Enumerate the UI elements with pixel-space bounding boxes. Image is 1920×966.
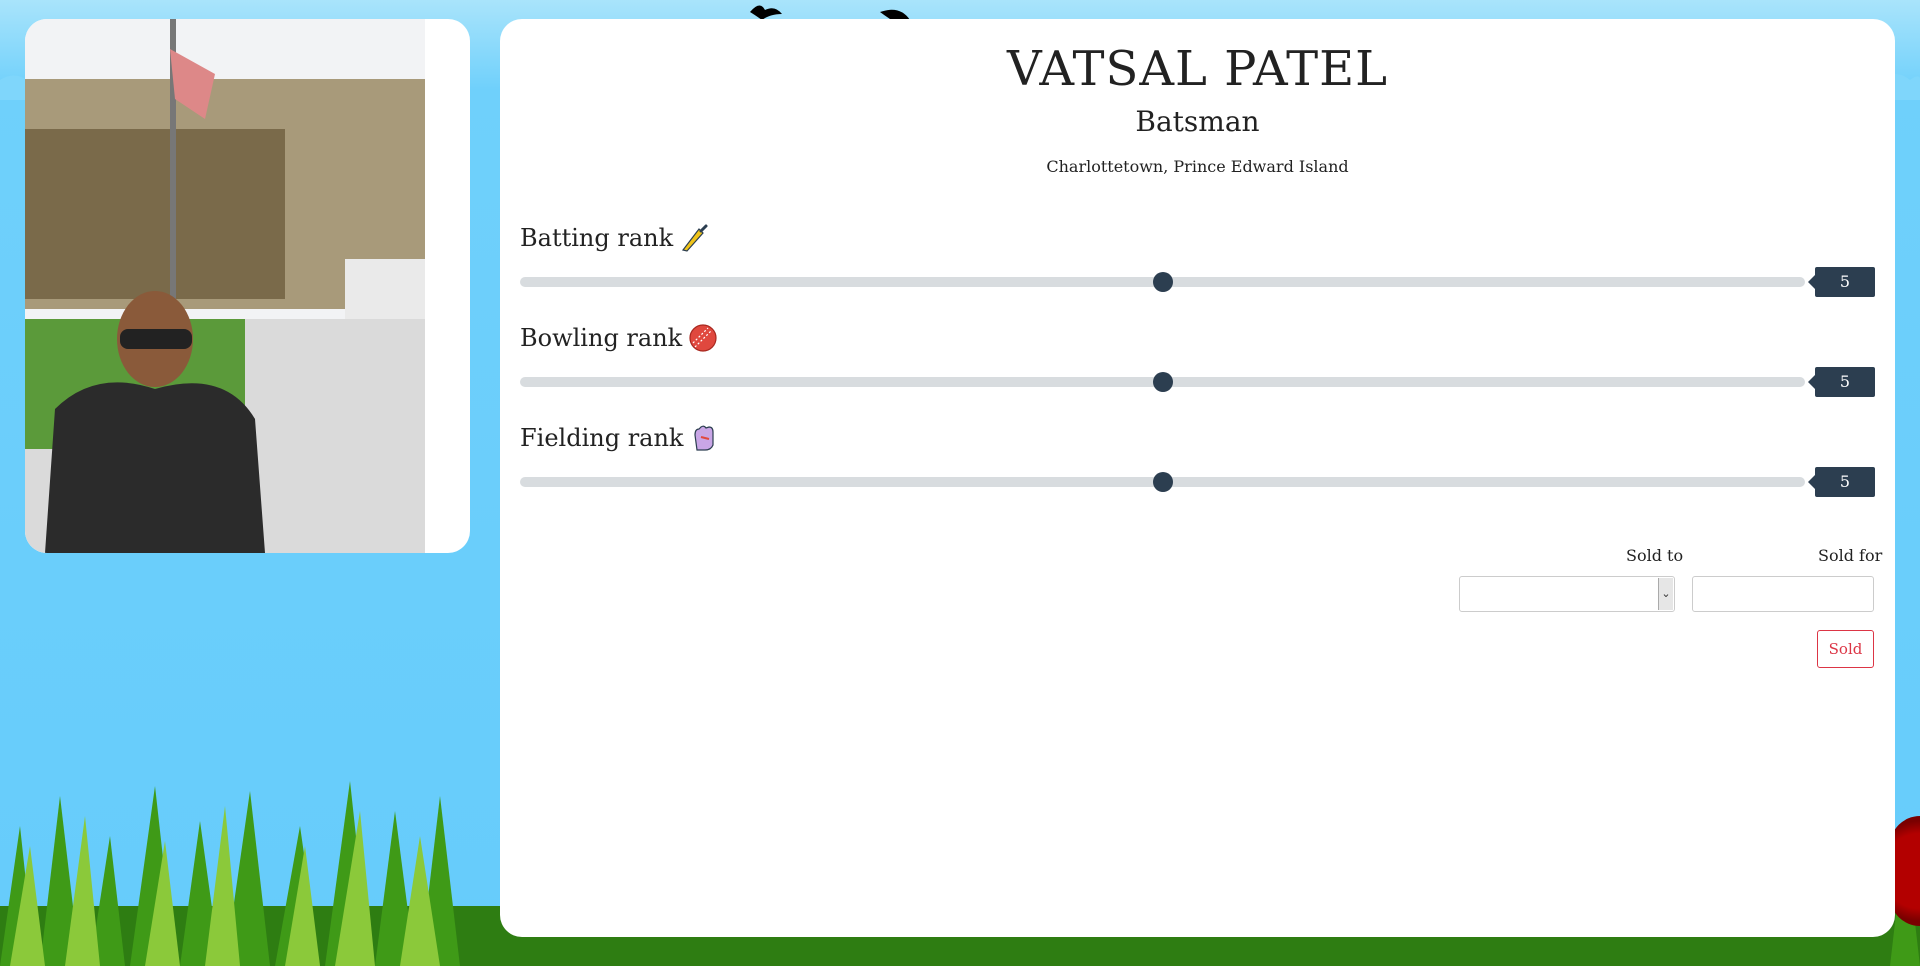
bowling-rank: Bowling rank 5 [520, 323, 1875, 413]
fielding-rank-slider[interactable] [520, 472, 1805, 492]
sold-for-input[interactable] [1692, 576, 1874, 612]
player-role: Batsman [1135, 105, 1260, 138]
cricket-ball-icon [689, 324, 717, 352]
sold-to-select[interactable]: ⌄ [1459, 576, 1675, 612]
batting-rank: Batting rank 5 [520, 223, 1875, 313]
bowling-rank-slider[interactable] [520, 372, 1805, 392]
bowling-rank-label: Bowling rank [520, 324, 683, 352]
cricket-bat-icon [682, 224, 708, 252]
player-name: VATSAL PATEL [1007, 41, 1388, 97]
player-location: Charlottetown, Prince Edward Island [1046, 157, 1349, 176]
bowling-rank-slider-thumb[interactable] [1152, 372, 1173, 392]
sold-button[interactable]: Sold [1817, 630, 1874, 668]
batting-rank-slider[interactable] [520, 272, 1805, 292]
fielding-rank-value: 5 [1808, 467, 1875, 497]
bowling-rank-value: 5 [1808, 367, 1875, 397]
fielding-rank-label: Fielding rank [520, 424, 684, 452]
sold-to-label: Sold to [1626, 546, 1684, 565]
player-photo [25, 19, 470, 553]
player-details-card: VATSAL PATEL Batsman Charlottetown, Prin… [500, 19, 1895, 937]
fielding-rank-slider-thumb[interactable] [1152, 472, 1173, 492]
fielding-rank: Fielding rank 5 [520, 423, 1875, 513]
batting-rank-value: 5 [1808, 267, 1875, 297]
sold-for-label: Sold for [1818, 546, 1883, 565]
player-photo-image [25, 19, 425, 553]
chevron-down-icon[interactable]: ⌄ [1658, 578, 1673, 610]
fielding-glove-icon [694, 425, 715, 451]
batting-rank-label: Batting rank [520, 224, 674, 252]
batting-rank-slider-thumb[interactable] [1152, 272, 1173, 292]
